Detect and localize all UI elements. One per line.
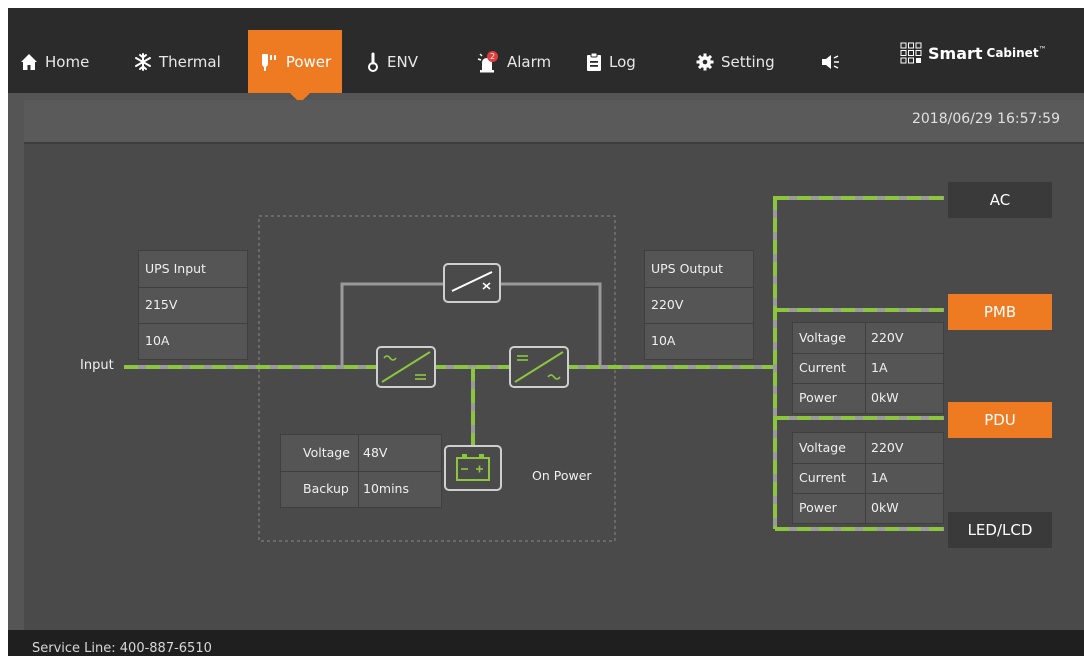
nav-env[interactable]: ENV: [366, 30, 446, 93]
battery-icon: [444, 445, 502, 491]
ups-output-title: UPS Output: [651, 261, 724, 276]
pdu-current-value: 1A: [871, 470, 888, 485]
current-datetime: 2018/06/29 16:57:59: [911, 111, 1060, 127]
nav-thermal-label: Thermal: [159, 52, 221, 71]
pmb-voltage-label: Voltage: [799, 330, 846, 345]
brand-logo: Smart Cabinet ™: [900, 42, 1047, 64]
pmb-current-label: Current: [799, 360, 846, 375]
nav-alarm[interactable]: 2 Alarm: [476, 30, 566, 93]
brand-tm: ™: [1038, 44, 1047, 54]
pdu-info-table: Voltage 220V Current 1A Power 0kW: [792, 432, 944, 524]
battery-voltage-value: 48V: [363, 445, 388, 460]
pdu-output-tag[interactable]: PDU: [948, 402, 1052, 438]
alarm-badge: 2: [490, 52, 495, 61]
nav-power-label: Power: [285, 52, 332, 71]
brand-word-smart: Smart: [928, 43, 983, 63]
ups-input-current: 10A: [145, 333, 170, 348]
pmb-power-value: 0kW: [871, 390, 899, 405]
nav-power[interactable]: Power: [248, 30, 342, 103]
battery-backup-value: 10mins: [363, 481, 409, 496]
pdu-power-value: 0kW: [871, 500, 899, 515]
pmb-output-tag[interactable]: PMB: [948, 294, 1052, 330]
pdu-voltage-value: 220V: [871, 440, 904, 455]
brand-word-cabinet: Cabinet: [986, 46, 1039, 60]
nav-log[interactable]: Log: [586, 30, 660, 93]
nav-thermal[interactable]: Thermal: [134, 30, 244, 93]
led-lcd-output-tag[interactable]: LED/LCD: [948, 512, 1052, 548]
speaker-button[interactable]: [820, 30, 860, 93]
alarm-siren-icon: 2: [477, 50, 498, 72]
nav-alarm-label: Alarm: [507, 52, 552, 71]
speaker-icon: [822, 54, 839, 69]
pdu-voltage-label: Voltage: [799, 440, 846, 455]
pdu-power-label: Power: [799, 500, 837, 515]
clipboard-icon: [587, 52, 601, 71]
ups-input-table: UPS Input 215V 10A: [138, 250, 248, 360]
pdu-current-label: Current: [799, 470, 846, 485]
nav-env-label: ENV: [387, 52, 418, 71]
home-icon: [21, 53, 37, 70]
pmb-voltage-value: 220V: [871, 330, 904, 345]
nav-home[interactable]: Home: [20, 30, 112, 93]
gear-icon: [696, 53, 714, 70]
input-label: Input: [80, 358, 114, 373]
ups-input-title: UPS Input: [145, 261, 206, 276]
nav-setting-label: Setting: [721, 52, 775, 71]
ups-output-current: 10A: [651, 333, 676, 348]
pmb-info-table: Voltage 220V Current 1A Power 0kW: [792, 322, 944, 414]
nav-log-label: Log: [609, 52, 636, 71]
battery-info-table: Voltage 48V Backup 10mins: [280, 434, 442, 508]
pmb-power-label: Power: [799, 390, 837, 405]
brand-grid-icon: [900, 42, 922, 64]
app-screen: Home Thermal Power ENV 2 Alarm Log Setti…: [8, 8, 1084, 656]
top-strip: [8, 8, 1084, 30]
nav-home-label: Home: [45, 52, 90, 71]
battery-status: On Power: [532, 468, 592, 483]
bypass-switch-icon: [443, 263, 501, 303]
battery-backup-label: Backup: [303, 481, 349, 496]
thermometer-icon: [368, 52, 378, 72]
inverter-icon: [509, 346, 569, 388]
nav-setting[interactable]: Setting: [696, 30, 796, 93]
ups-output-voltage: 220V: [651, 297, 684, 312]
ups-input-voltage: 215V: [145, 297, 178, 312]
pmb-current-value: 1A: [871, 360, 888, 375]
main-nav: Home Thermal Power ENV 2 Alarm Log Setti…: [8, 30, 1084, 103]
footer-bar: Service Line: 400-887-6510: [8, 630, 1084, 656]
ac-output-tag[interactable]: AC: [948, 182, 1052, 218]
rectifier-icon: [376, 346, 436, 388]
date-bar: 2018/06/29 16:57:59: [24, 100, 1084, 144]
ups-output-table: UPS Output 220V 10A: [644, 250, 754, 360]
battery-voltage-label: Voltage: [303, 445, 350, 460]
snowflake-icon: [135, 52, 151, 71]
power-plug-icon: [261, 53, 276, 71]
service-line: Service Line: 400-887-6510: [32, 641, 212, 656]
power-panel: 2018/06/29 16:57:59 Input UPS Input 215V…: [24, 100, 1084, 630]
